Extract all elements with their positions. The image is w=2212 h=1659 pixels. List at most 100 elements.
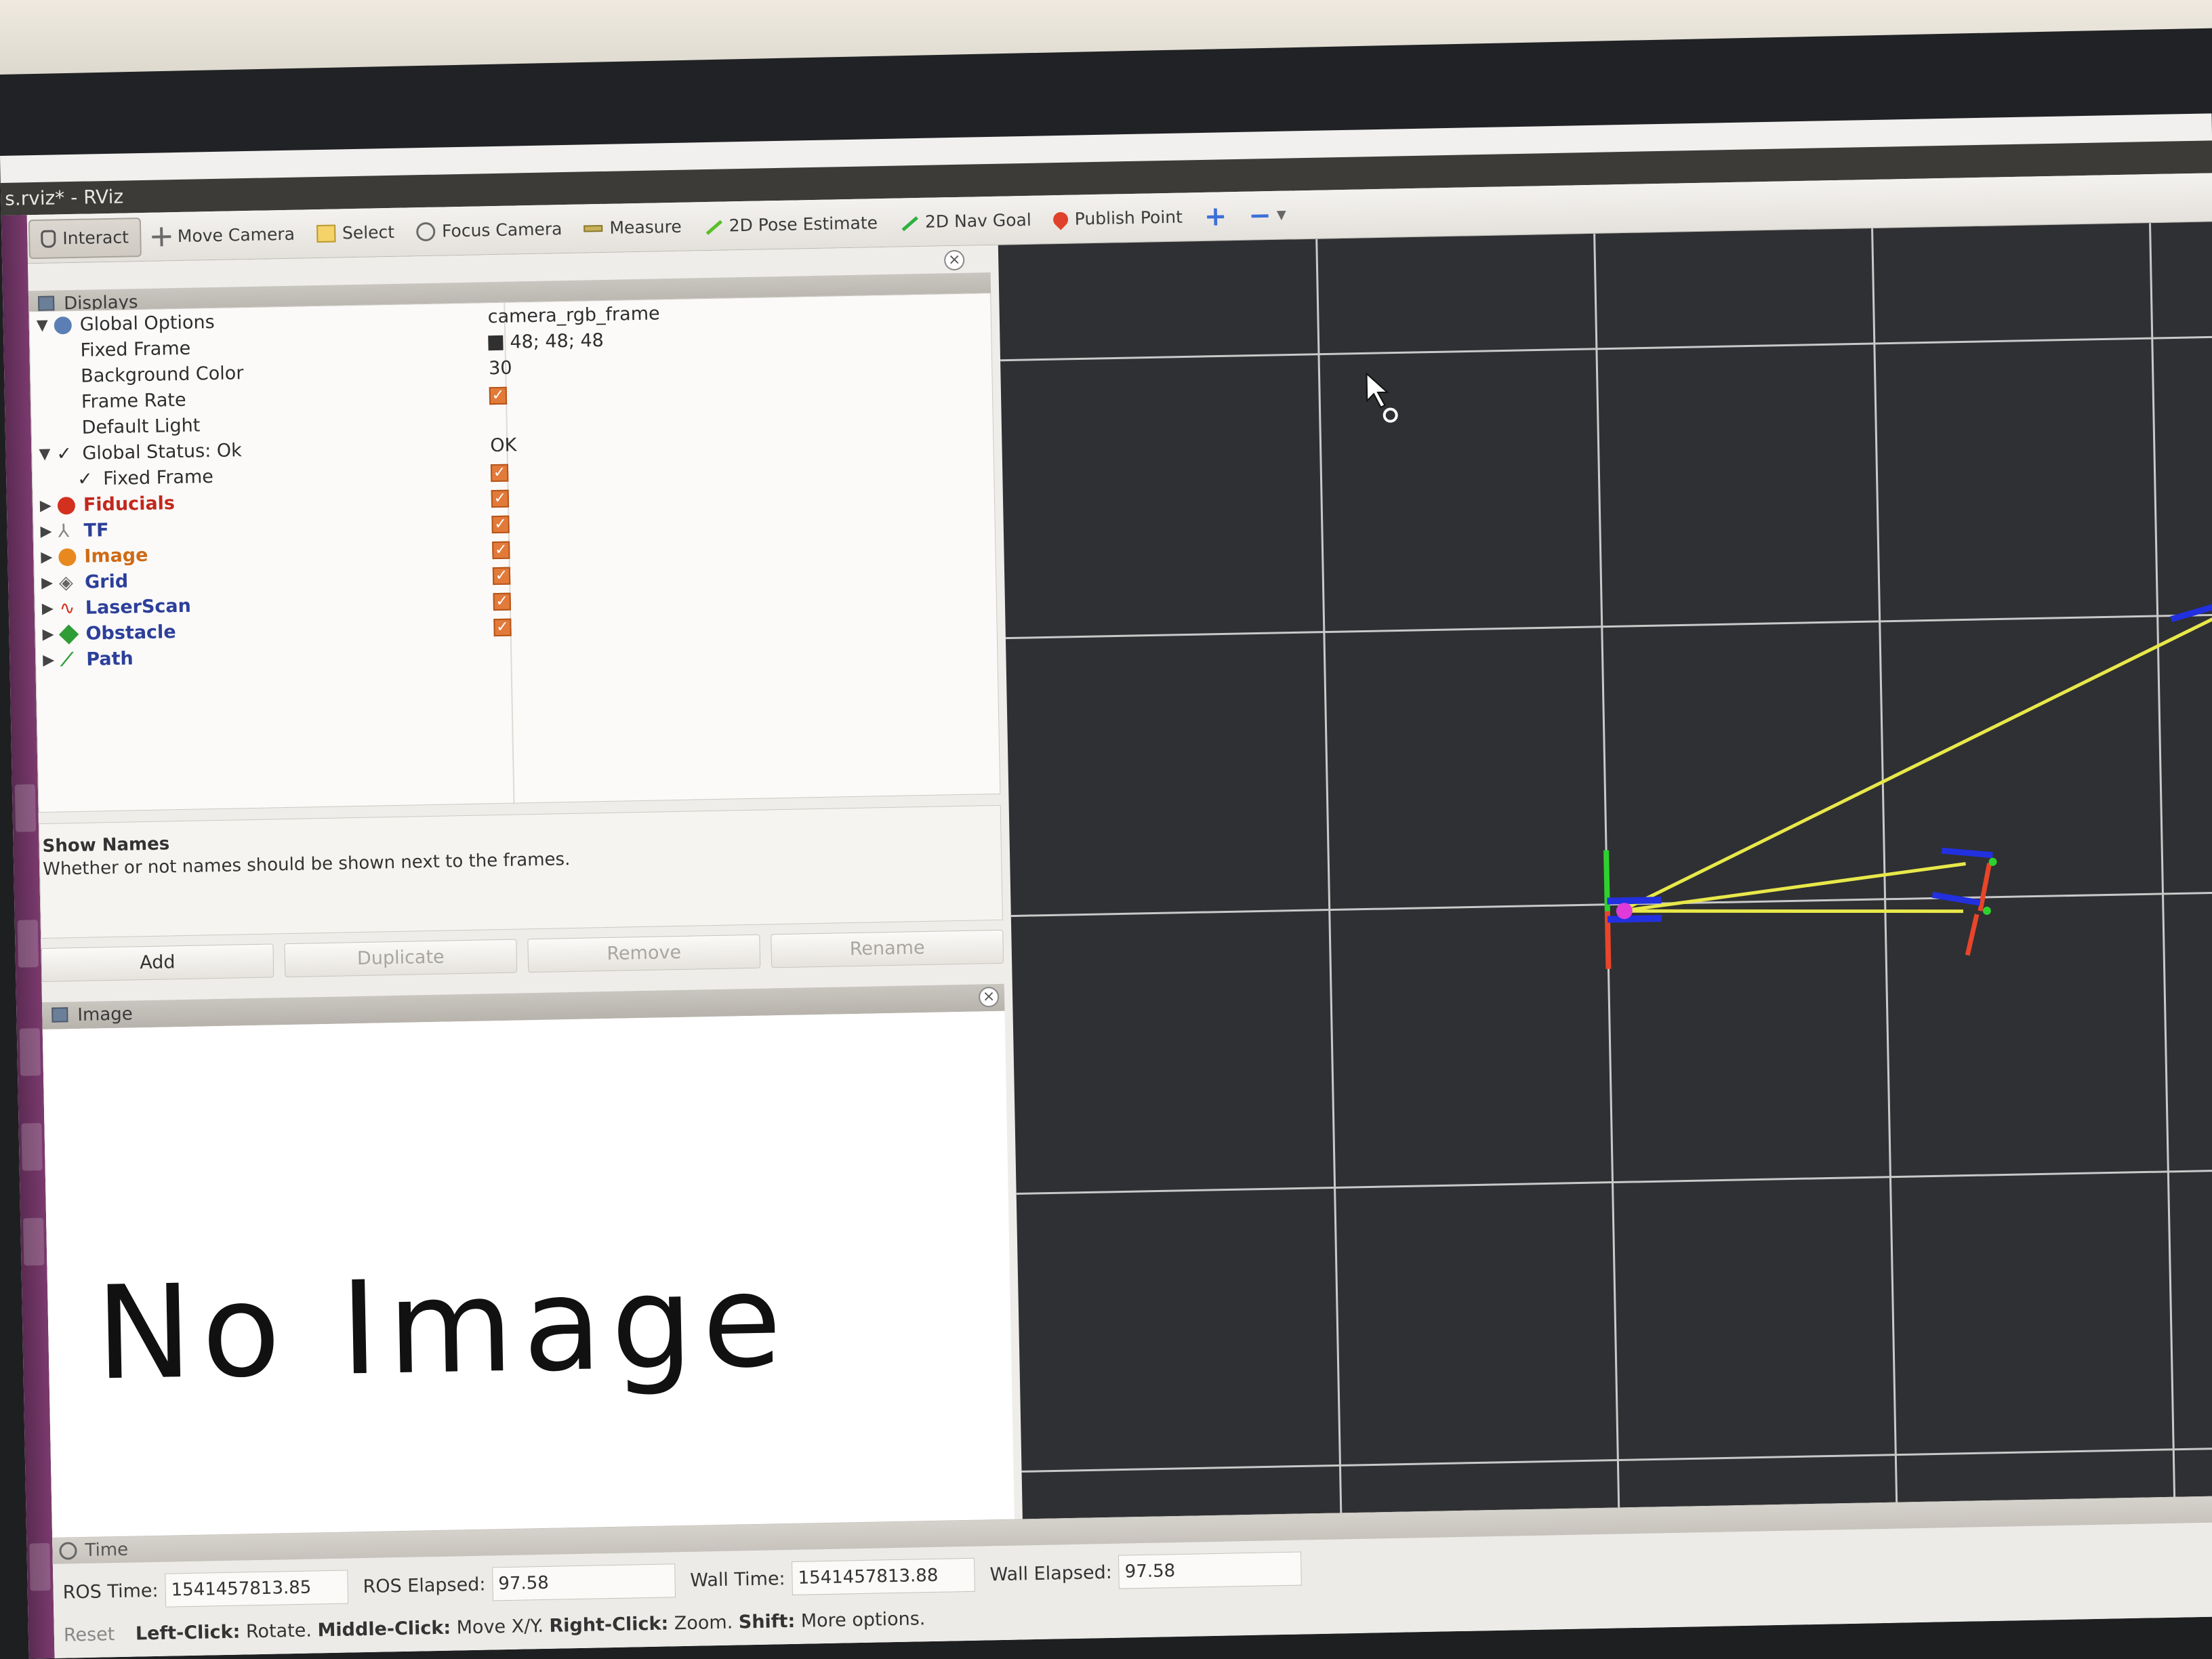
pose-estimate-tool-button[interactable]: 2D Pose Estimate bbox=[692, 203, 888, 246]
remove-tool-button[interactable]: − ▼ bbox=[1237, 195, 1297, 236]
expand-arrow-icon[interactable]: ▶ bbox=[41, 575, 53, 592]
axis-x bbox=[1978, 863, 1992, 912]
axis-x bbox=[1965, 914, 1980, 956]
laserscan-checkbox[interactable]: ✓ bbox=[492, 562, 511, 588]
frame-rate-label: Frame Rate bbox=[81, 389, 186, 413]
laser-rays bbox=[1620, 613, 2212, 914]
add-button[interactable]: Add bbox=[41, 943, 274, 983]
axis-z bbox=[1607, 915, 1662, 923]
laser-ray bbox=[1620, 909, 1963, 914]
grid-checkbox[interactable]: ✓ bbox=[492, 536, 510, 562]
obstacle-checkbox[interactable]: ✓ bbox=[493, 588, 512, 613]
chevron-down-icon: ▼ bbox=[1276, 207, 1286, 222]
monitor: s.rviz* - RViz Interact Move Camera Sele… bbox=[0, 113, 2212, 1659]
launcher-item[interactable] bbox=[29, 1542, 51, 1591]
grid-line bbox=[1005, 613, 2212, 640]
ros-time-field[interactable]: 1541457813.85 bbox=[165, 1570, 349, 1607]
fiducials-checkbox[interactable]: ✓ bbox=[490, 459, 509, 485]
laser-ray bbox=[1620, 613, 2212, 913]
expand-arrow-icon[interactable]: ▶ bbox=[41, 549, 52, 566]
property-description: Show Names Whether or not names should b… bbox=[38, 804, 1003, 939]
ros-time-label: ROS Time: bbox=[62, 1580, 159, 1603]
expand-arrow-icon[interactable]: ▶ bbox=[42, 600, 54, 617]
background-color-value[interactable]: 48; 48; 48 bbox=[488, 328, 604, 356]
pose-arrow-icon bbox=[703, 217, 722, 235]
launcher-item[interactable] bbox=[21, 1123, 43, 1171]
expand-arrow-icon[interactable]: ▶ bbox=[40, 523, 52, 540]
pose-estimate-label: 2D Pose Estimate bbox=[729, 213, 878, 236]
fixed-frame-label: Fixed Frame bbox=[80, 337, 191, 361]
laser-wave-icon: ∿ bbox=[59, 598, 75, 619]
background-color-label: Background Color bbox=[80, 363, 244, 387]
measure-label: Measure bbox=[609, 216, 682, 238]
grid-line bbox=[1000, 335, 2212, 362]
wall-elapsed-field[interactable]: 97.58 bbox=[1118, 1551, 1303, 1589]
cube-icon bbox=[58, 624, 79, 644]
image-panel-icon bbox=[52, 1007, 68, 1023]
select-tool-button[interactable]: Select bbox=[305, 212, 405, 253]
ruler-icon bbox=[583, 224, 603, 232]
displays-tree: ▼ Global Options camera_rgb_frame Fixed … bbox=[28, 292, 1001, 813]
display-label-tf: TF bbox=[83, 520, 109, 541]
3d-viewport[interactable] bbox=[998, 222, 2212, 1580]
reset-button[interactable]: Reset bbox=[54, 1624, 130, 1646]
close-icon[interactable]: × bbox=[943, 249, 965, 271]
move-camera-tool-button[interactable]: Move Camera bbox=[140, 214, 306, 257]
grid-line bbox=[2148, 223, 2177, 1558]
expand-arrow-icon[interactable]: ▼ bbox=[37, 317, 48, 334]
tf-checkbox[interactable]: ✓ bbox=[491, 485, 510, 510]
image-checkbox[interactable]: ✓ bbox=[491, 510, 510, 536]
status-hint: Reset Left-Click: Rotate. Middle-Click: … bbox=[54, 1604, 926, 1651]
busy-ring bbox=[1382, 407, 1398, 423]
expand-arrow-icon[interactable]: ▶ bbox=[40, 497, 52, 514]
display-label-obstacle: Obstacle bbox=[85, 621, 176, 644]
display-label-laserscan: LaserScan bbox=[85, 595, 192, 619]
path-line-icon: ⟋ bbox=[60, 649, 74, 671]
remove-button[interactable]: Remove bbox=[527, 934, 761, 973]
ros-elapsed-field[interactable]: 97.58 bbox=[491, 1563, 676, 1601]
wall-time-field[interactable]: 1541457813.88 bbox=[792, 1557, 976, 1595]
checkmark-icon: ✓ bbox=[56, 443, 73, 465]
launcher-item[interactable] bbox=[14, 784, 37, 832]
fiducial-marker bbox=[1982, 906, 1991, 915]
3d-scene[interactable] bbox=[998, 222, 2212, 1580]
fixed-frame-value[interactable]: camera_rgb_frame bbox=[487, 301, 660, 330]
add-tool-button[interactable]: + bbox=[1193, 196, 1238, 236]
grid-line bbox=[1016, 1169, 2212, 1195]
grid-line bbox=[1315, 239, 1344, 1574]
launcher-item[interactable] bbox=[23, 1218, 45, 1266]
frame-rate-value[interactable]: 30 bbox=[489, 356, 512, 382]
nav-goal-tool-button[interactable]: 2D Nav Goal bbox=[888, 200, 1042, 242]
wall-time-label: Wall Time: bbox=[690, 1568, 785, 1591]
launcher-item[interactable] bbox=[17, 920, 39, 968]
display-label-path: Path bbox=[85, 648, 134, 670]
interact-tool-button[interactable]: Interact bbox=[28, 217, 142, 259]
launcher-item[interactable] bbox=[19, 1028, 41, 1076]
display-label-image: Image bbox=[84, 544, 148, 567]
hint-shift: Shift: bbox=[738, 1610, 796, 1633]
hint-right-action: Zoom. bbox=[674, 1612, 733, 1635]
expand-arrow-icon[interactable]: ▶ bbox=[43, 652, 54, 669]
mouse-cursor-icon bbox=[1366, 372, 1398, 423]
rename-button[interactable]: Rename bbox=[771, 929, 1004, 968]
default-light-checkbox[interactable]: ✓ bbox=[489, 382, 508, 407]
hint-middle-click: Middle-Click: bbox=[317, 1617, 451, 1641]
measure-tool-button[interactable]: Measure bbox=[573, 207, 693, 248]
duplicate-button[interactable]: Duplicate bbox=[284, 939, 518, 978]
display-label-grid: Grid bbox=[84, 571, 129, 593]
gear-icon bbox=[54, 316, 73, 335]
image-panel-title: Image bbox=[77, 1004, 134, 1026]
nav-arrow-icon bbox=[899, 213, 918, 231]
path-checkbox[interactable]: ✓ bbox=[493, 613, 512, 639]
expand-arrow-icon[interactable]: ▶ bbox=[42, 626, 54, 643]
move-camera-label: Move Camera bbox=[177, 224, 295, 246]
default-light-label: Default Light bbox=[81, 415, 201, 438]
hint-right-click: Right-Click: bbox=[549, 1613, 669, 1637]
focus-camera-tool-button[interactable]: Focus Camera bbox=[405, 209, 573, 251]
status-fixed-frame-label: Fixed Frame bbox=[102, 466, 214, 490]
expand-arrow-icon[interactable]: ▼ bbox=[39, 446, 50, 463]
ros-elapsed-label: ROS Elapsed: bbox=[363, 1574, 486, 1597]
publish-point-tool-button[interactable]: Publish Point bbox=[1042, 197, 1193, 239]
map-pin-icon bbox=[1050, 208, 1071, 230]
warning-icon bbox=[58, 548, 77, 567]
